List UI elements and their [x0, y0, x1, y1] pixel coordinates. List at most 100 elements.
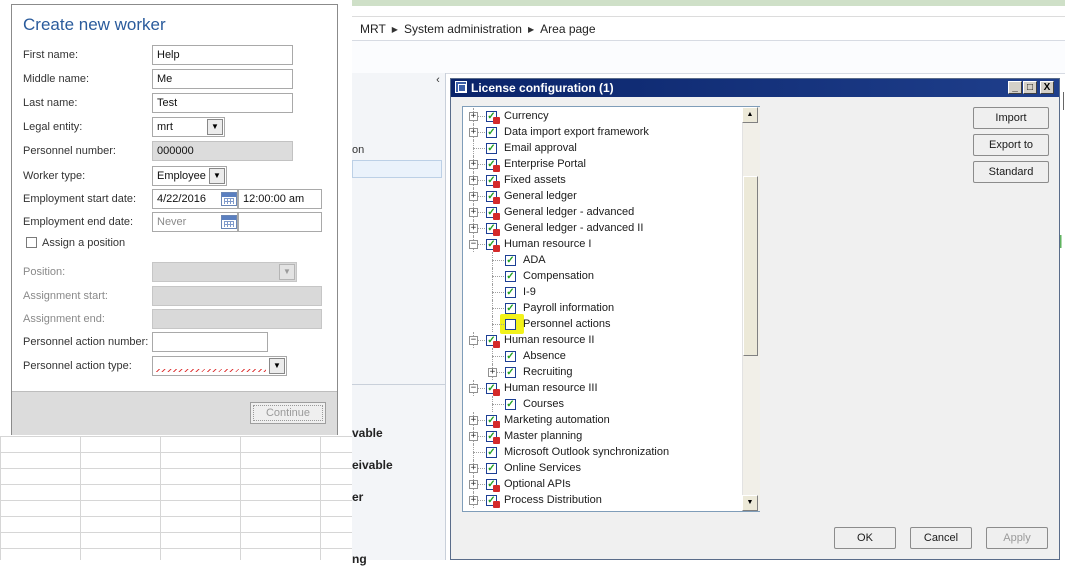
- expand-icon[interactable]: +: [469, 208, 478, 217]
- breadcrumb-item-system-administration[interactable]: System administration: [404, 22, 522, 36]
- checked-checkbox-icon[interactable]: ✓: [486, 447, 497, 458]
- nav-link-payable[interactable]: vable: [352, 426, 383, 440]
- first-name-field[interactable]: Help: [152, 45, 293, 65]
- nav-item-text[interactable]: on: [352, 144, 364, 156]
- tree-item-label[interactable]: Recruiting: [523, 364, 573, 380]
- checked-checkbox-icon[interactable]: ✓: [505, 287, 516, 298]
- position-label: Position:: [23, 266, 66, 278]
- tree-item-label[interactable]: Payroll information: [523, 300, 614, 316]
- tree-item-label[interactable]: Online Services: [504, 460, 581, 476]
- employment-start-time-field[interactable]: 12:00:00 am: [238, 189, 322, 209]
- breadcrumb-item-mrt[interactable]: MRT: [360, 22, 386, 36]
- checked-checkbox-icon[interactable]: ✓: [505, 255, 516, 266]
- unchecked-checkbox-icon[interactable]: [505, 319, 516, 330]
- navigation-pane: [352, 73, 446, 560]
- tree-item-label[interactable]: Process Distribution: [504, 492, 602, 508]
- expand-icon[interactable]: +: [469, 496, 478, 505]
- tree-item-label[interactable]: General ledger - advanced II: [504, 220, 643, 236]
- ok-button[interactable]: OK: [834, 527, 896, 549]
- continue-button[interactable]: Continue: [250, 402, 326, 424]
- legal-entity-select[interactable]: mrt ▼: [152, 117, 225, 137]
- chevron-down-icon[interactable]: ▼: [209, 168, 225, 184]
- tree-item-label[interactable]: General ledger: [504, 188, 577, 204]
- calendar-icon[interactable]: [221, 215, 237, 229]
- checked-checkbox-icon[interactable]: ✓: [505, 303, 516, 314]
- expand-icon[interactable]: +: [469, 176, 478, 185]
- middle-name-label: Middle name:: [23, 73, 90, 85]
- tree-item-label[interactable]: Courses: [523, 396, 564, 412]
- tree-item-label[interactable]: Master planning: [504, 428, 582, 444]
- worker-type-label: Worker type:: [23, 170, 86, 182]
- personnel-number-field[interactable]: 000000: [152, 141, 293, 161]
- ax-address-bar: [352, 6, 1065, 17]
- maximize-icon[interactable]: □: [1023, 81, 1037, 94]
- expand-icon[interactable]: +: [469, 112, 478, 121]
- personnel-action-type-select[interactable]: ▼: [152, 356, 287, 376]
- minimize-icon[interactable]: _: [1008, 81, 1022, 94]
- app-icon: [455, 81, 467, 93]
- nav-link-ng[interactable]: ng: [352, 552, 367, 566]
- tree-item-label[interactable]: Human resource I: [504, 236, 591, 252]
- apply-button[interactable]: Apply: [986, 527, 1048, 549]
- expand-icon[interactable]: +: [469, 224, 478, 233]
- checked-checkbox-icon[interactable]: ✓: [505, 399, 516, 410]
- tree-item-label[interactable]: General ledger - advanced: [504, 204, 634, 220]
- checked-checkbox-icon[interactable]: ✓: [505, 351, 516, 362]
- cancel-button[interactable]: Cancel: [910, 527, 972, 549]
- checked-checkbox-icon[interactable]: ✓: [486, 463, 497, 474]
- tree-item-label[interactable]: Compensation: [523, 268, 594, 284]
- collapse-nav-icon[interactable]: ‹: [432, 74, 444, 86]
- scroll-down-icon[interactable]: ▼: [742, 495, 758, 511]
- tree-item-label[interactable]: Microsoft Outlook synchronization: [504, 444, 669, 460]
- expand-icon[interactable]: +: [469, 160, 478, 169]
- expand-icon[interactable]: +: [469, 480, 478, 489]
- tree-item-label[interactable]: Enterprise Portal: [504, 156, 586, 172]
- expand-icon[interactable]: +: [469, 464, 478, 473]
- nav-link-er[interactable]: er: [352, 490, 363, 504]
- tree-item-label[interactable]: Absence: [523, 348, 566, 364]
- employment-end-time-field[interactable]: [238, 212, 322, 232]
- nav-selected-item[interactable]: [352, 160, 442, 178]
- personnel-action-number-field[interactable]: [152, 332, 268, 352]
- tree-item-label[interactable]: I-9: [523, 284, 536, 300]
- scroll-up-icon[interactable]: ▲: [742, 107, 758, 123]
- close-icon[interactable]: X: [1040, 81, 1054, 94]
- last-name-field[interactable]: Test: [152, 93, 293, 113]
- checked-checkbox-icon[interactable]: ✓: [486, 127, 497, 138]
- assign-position-checkbox[interactable]: [26, 237, 37, 248]
- standard-button[interactable]: Standard: [973, 161, 1049, 183]
- expand-icon[interactable]: +: [469, 432, 478, 441]
- export-to-button[interactable]: Export to: [973, 134, 1049, 156]
- scrollbar-thumb[interactable]: [743, 176, 758, 356]
- tree-item-label[interactable]: Fixed assets: [504, 172, 566, 188]
- collapse-icon[interactable]: −: [469, 384, 478, 393]
- personnel-number-label: Personnel number:: [23, 145, 116, 157]
- tree-item-label[interactable]: Optional APIs: [504, 476, 571, 492]
- expand-icon[interactable]: +: [469, 128, 478, 137]
- chevron-down-icon[interactable]: ▼: [269, 358, 285, 374]
- expand-icon[interactable]: +: [469, 416, 478, 425]
- breadcrumb-item-area-page[interactable]: Area page: [540, 22, 595, 36]
- tree-item-label[interactable]: Currency: [504, 108, 549, 124]
- tree-item-label[interactable]: Email approval: [504, 140, 577, 156]
- position-select: ▼: [152, 262, 297, 282]
- tree-item-label[interactable]: Data import export framework: [504, 124, 649, 140]
- checked-checkbox-icon[interactable]: ✓: [505, 367, 516, 378]
- collapse-icon[interactable]: −: [469, 336, 478, 345]
- tree-item-label[interactable]: Personnel actions: [523, 316, 610, 332]
- tree-item-label[interactable]: Human resource II: [504, 332, 594, 348]
- checked-checkbox-icon[interactable]: ✓: [486, 143, 497, 154]
- middle-name-field[interactable]: Me: [152, 69, 293, 89]
- tree-item-label[interactable]: Marketing automation: [504, 412, 610, 428]
- tree-item-label[interactable]: Human resource III: [504, 380, 598, 396]
- checked-checkbox-icon[interactable]: ✓: [505, 271, 516, 282]
- expand-icon[interactable]: +: [469, 192, 478, 201]
- expand-icon[interactable]: +: [488, 368, 497, 377]
- worker-type-select[interactable]: Employee ▼: [152, 166, 227, 186]
- tree-item-label[interactable]: ADA: [523, 252, 546, 268]
- import-button[interactable]: Import: [973, 107, 1049, 129]
- collapse-icon[interactable]: −: [469, 240, 478, 249]
- chevron-down-icon[interactable]: ▼: [207, 119, 223, 135]
- calendar-icon[interactable]: [221, 192, 237, 206]
- nav-link-receivable[interactable]: eivable: [352, 458, 393, 472]
